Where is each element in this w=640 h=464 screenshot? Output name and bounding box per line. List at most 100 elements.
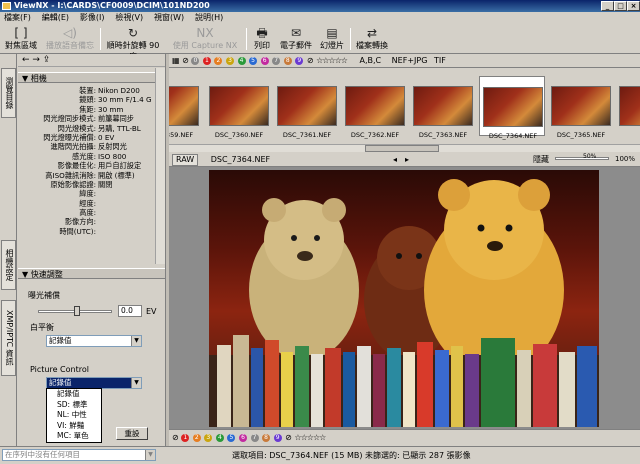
- info-row: 進階閃光拍攝: 反射閃光: [18, 142, 165, 151]
- exposure-value-field[interactable]: 0.0: [118, 305, 142, 317]
- toolbar-separator: [350, 28, 351, 50]
- play-voice-memo-label: 播放語音備忘: [46, 41, 94, 50]
- menu-help[interactable]: 說明(H): [191, 12, 227, 24]
- label-6-icon[interactable]: 6: [260, 56, 269, 65]
- filter-rating-icon[interactable]: ⊘: [307, 56, 314, 65]
- info-key: 高度:: [79, 208, 96, 218]
- thumbnail[interactable]: [619, 76, 640, 136]
- dropdown-option[interactable]: NL: 中性: [47, 410, 101, 421]
- set-label-9-icon[interactable]: 9: [273, 433, 282, 442]
- info-key: 焦距:: [79, 104, 96, 114]
- menu-edit[interactable]: 編輯(E): [38, 12, 73, 24]
- thumbnail[interactable]: DSC_7359.NEF: [169, 76, 199, 139]
- zoom-slider[interactable]: [555, 157, 609, 160]
- thumbnail[interactable]: DSC_7363.NEF: [413, 76, 473, 139]
- focus-area-button[interactable]: [ ] 對焦區域: [4, 26, 38, 53]
- menu-window[interactable]: 視窗(W): [150, 12, 188, 24]
- filetype-filter[interactable]: NEF+JPG: [392, 56, 428, 65]
- set-label-7-icon[interactable]: 7: [250, 433, 259, 442]
- thumbnail-image: [619, 86, 640, 126]
- label-0-icon[interactable]: 0: [191, 56, 200, 65]
- printer-icon: 🖶: [256, 26, 268, 40]
- menu-view[interactable]: 檢視(V): [111, 12, 147, 24]
- set-label-1-icon[interactable]: 1: [181, 433, 190, 442]
- back-arrow-icon[interactable]: ←: [22, 55, 30, 65]
- clear-rating-icon[interactable]: ⊘: [285, 433, 292, 442]
- thumbnail[interactable]: DSC_7361.NEF: [277, 76, 337, 139]
- chevron-down-icon: ▼: [131, 336, 141, 346]
- thumbnail[interactable]: DSC_7362.NEF: [345, 76, 405, 139]
- set-label-4-icon[interactable]: 4: [215, 433, 224, 442]
- tag-icon[interactable]: ⊘: [172, 433, 179, 442]
- maximize-button[interactable]: □: [614, 1, 627, 11]
- label-7-icon[interactable]: 7: [272, 56, 281, 65]
- sequence-combo[interactable]: 在序列中沒有任何項目 ▼: [2, 449, 156, 461]
- tab-xmp-iptc[interactable]: XMP/IPTC 資訊: [1, 300, 16, 376]
- export-icon[interactable]: ⇪: [43, 55, 51, 65]
- label-8-icon[interactable]: 8: [283, 56, 292, 65]
- label-5-icon[interactable]: 5: [249, 56, 258, 65]
- print-button[interactable]: 🖶 列印: [250, 26, 274, 53]
- menu-file[interactable]: 檔案(F): [0, 12, 35, 24]
- set-rating-stars[interactable]: ☆☆☆☆☆: [294, 433, 326, 442]
- thumbnail[interactable]: DSC_7360.NEF: [209, 76, 269, 139]
- thumbnail-caption: DSC_7362.NEF: [350, 131, 400, 139]
- rating-filter-stars[interactable]: ☆☆☆☆☆: [316, 56, 348, 65]
- thumbnail-scrollbar[interactable]: [169, 144, 640, 152]
- dropdown-option[interactable]: 記錄值: [47, 389, 101, 400]
- info-row: 影像方向:: [18, 217, 165, 226]
- grid-view-icon[interactable]: ▦: [172, 56, 180, 65]
- menu-image[interactable]: 影像(I): [76, 12, 109, 24]
- label-1-icon[interactable]: 1: [202, 56, 211, 65]
- hide-button[interactable]: 隱藏: [533, 153, 549, 166]
- thumbnail-image: [345, 86, 405, 126]
- next-image-icon[interactable]: ▸: [405, 153, 409, 166]
- dropdown-option[interactable]: SD: 標準: [47, 400, 101, 411]
- window-title: ViewNX - I:\CARDS\CF0009\DCIM\101ND200: [14, 1, 210, 10]
- tab-browse-folders[interactable]: 瀏覽目錄: [1, 68, 16, 118]
- email-label: 電子郵件: [280, 41, 312, 50]
- tif-filter[interactable]: TIF: [434, 56, 446, 65]
- info-key: 影像最佳化:: [57, 161, 96, 171]
- camera-section-header[interactable]: ▼ 相機: [18, 72, 165, 83]
- prev-image-icon[interactable]: ◂: [393, 153, 397, 166]
- camera-section-title: 相機: [30, 74, 47, 83]
- set-label-2-icon[interactable]: 2: [192, 433, 201, 442]
- toolbar-separator: [100, 28, 101, 50]
- set-label-5-icon[interactable]: 5: [227, 433, 236, 442]
- set-label-6-icon[interactable]: 6: [238, 433, 247, 442]
- filter-label-icon[interactable]: ⊘: [182, 56, 189, 65]
- tab-camera-settings[interactable]: 相機設定: [1, 240, 16, 290]
- rotate-cw-button[interactable]: ↻ 順時針旋轉 90 度: [104, 26, 162, 61]
- label-4-icon[interactable]: 4: [237, 56, 246, 65]
- reset-button[interactable]: 重設: [116, 427, 148, 440]
- app-icon: [2, 2, 11, 10]
- white-balance-select[interactable]: 記錄值 ▼: [46, 335, 142, 347]
- forward-arrow-icon[interactable]: →: [32, 55, 40, 65]
- scrollbar-thumb[interactable]: [365, 145, 439, 152]
- label-9-icon[interactable]: 9: [295, 56, 304, 65]
- thumbnail-selected[interactable]: DSC_7364.NEF: [479, 76, 545, 140]
- thumbnail[interactable]: DSC_7365.NEF: [551, 76, 611, 139]
- slideshow-button[interactable]: ▤ 幻燈片: [318, 26, 346, 53]
- file-conversion-button[interactable]: ⇄ 檔案轉換: [354, 26, 390, 53]
- thumbnail-image: [277, 86, 337, 126]
- sort-button[interactable]: A,B,C: [359, 56, 381, 65]
- camera-info-scrollbar[interactable]: [155, 68, 165, 264]
- dropdown-option[interactable]: VI: 鮮豔: [47, 421, 101, 432]
- minimize-button[interactable]: _: [601, 1, 614, 11]
- email-button[interactable]: ✉ 電子郵件: [278, 26, 314, 53]
- play-voice-memo-button[interactable]: ◁) 播放語音備忘: [44, 26, 96, 53]
- set-label-8-icon[interactable]: 8: [262, 433, 271, 442]
- set-label-3-icon[interactable]: 3: [204, 433, 213, 442]
- teddy-bears-photo[interactable]: [209, 170, 599, 427]
- open-capture-nx-button[interactable]: NX 使用 Capture NX 開啟: [170, 26, 240, 61]
- dropdown-option[interactable]: MC: 單色: [47, 431, 101, 442]
- quick-adjust-header[interactable]: ▼ 快速調整: [18, 268, 165, 279]
- close-button[interactable]: ×: [627, 1, 640, 11]
- label-3-icon[interactable]: 3: [226, 56, 234, 65]
- exposure-slider-thumb[interactable]: [74, 306, 80, 316]
- print-label: 列印: [254, 41, 270, 50]
- picture-control-value: 記錄值: [49, 378, 72, 387]
- label-2-icon[interactable]: 2: [214, 56, 223, 65]
